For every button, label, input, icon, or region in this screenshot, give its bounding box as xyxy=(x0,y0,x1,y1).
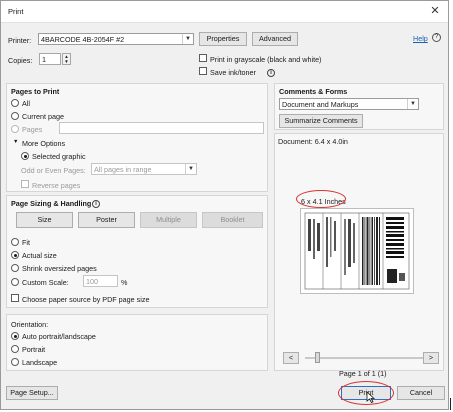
auto-orientation-label: Auto portrait/landscape xyxy=(22,332,96,341)
odd-even-select[interactable]: All pages in range ▼ xyxy=(91,163,197,175)
odd-even-value: All pages in range xyxy=(94,165,152,174)
comments-select[interactable]: Document and Markups ▼ xyxy=(279,98,419,110)
info-icon[interactable]: i xyxy=(267,67,275,77)
copies-field[interactable]: 1 xyxy=(39,53,61,65)
selected-graphic-label: Selected graphic xyxy=(32,152,86,161)
page-info: Page 1 of 1 (1) xyxy=(339,369,387,378)
help-icon[interactable]: ? xyxy=(432,33,441,42)
shrink-oversized-radio[interactable] xyxy=(11,264,19,272)
pages-to-print-title: Pages to Print xyxy=(11,87,60,96)
landscape-label: Landscape xyxy=(22,358,58,367)
auto-orientation-radio[interactable] xyxy=(11,332,19,340)
advanced-button[interactable]: Advanced xyxy=(252,32,298,46)
help-link[interactable]: Help xyxy=(413,34,428,43)
paper-source-checkbox[interactable] xyxy=(11,294,19,302)
copies-label: Copies: xyxy=(8,56,33,65)
landscape-radio[interactable] xyxy=(11,358,19,366)
custom-scale-radio[interactable] xyxy=(11,278,19,286)
booklet-button[interactable]: Booklet xyxy=(202,212,263,228)
annotation-circle xyxy=(296,190,346,208)
page-setup-button[interactable]: Page Setup... xyxy=(6,386,58,400)
fit-radio[interactable] xyxy=(11,238,19,246)
grayscale-checkbox[interactable] xyxy=(199,54,207,62)
orientation-panel: Orientation: Auto portrait/landscape Por… xyxy=(6,314,268,371)
portrait-radio[interactable] xyxy=(11,345,19,353)
chevron-down-icon: ▼ xyxy=(182,34,193,44)
printer-value: 4BARCODE 4B-2054F #2 xyxy=(41,35,125,44)
mouse-cursor-icon xyxy=(366,391,375,403)
selected-graphic-radio[interactable] xyxy=(21,152,29,160)
pages-range-input[interactable] xyxy=(59,122,264,134)
page-slider-thumb[interactable] xyxy=(315,352,320,363)
odd-even-label: Odd or Even Pages: xyxy=(21,166,86,175)
multiple-button[interactable]: Multiple xyxy=(140,212,197,228)
document-size: Document: 6.4 x 4.0in xyxy=(278,137,348,146)
custom-scale-input[interactable]: 100 xyxy=(83,275,118,287)
page-slider-track[interactable] xyxy=(305,357,423,359)
collapse-triangle-icon[interactable]: ▼ xyxy=(13,139,18,145)
pages-radio[interactable] xyxy=(11,125,19,133)
current-page-label: Current page xyxy=(22,112,64,121)
portrait-label: Portrait xyxy=(22,345,46,354)
chevron-down-icon: ▼ xyxy=(185,164,196,174)
all-pages-label: All xyxy=(22,99,30,108)
comments-value: Document and Markups xyxy=(282,100,359,109)
preview-page xyxy=(300,208,414,294)
actual-size-label: Actual size xyxy=(22,251,57,260)
save-ink-label: Save ink/toner xyxy=(210,68,256,77)
save-ink-checkbox[interactable] xyxy=(199,67,207,75)
reverse-pages-label: Reverse pages xyxy=(32,181,81,190)
previous-page-button[interactable]: < xyxy=(283,352,299,364)
page-sizing-panel: Page Sizing & Handling i Size Poster Mul… xyxy=(6,195,268,308)
fit-label: Fit xyxy=(22,238,30,247)
print-dialog: Print ✕ Printer: 4BARCODE 4B-2054F #2 ▼ … xyxy=(0,0,449,410)
preview-panel: Document: 6.4 x 4.0in 6 x 4.1 Inches < >… xyxy=(274,133,444,378)
pages-label: Pages xyxy=(22,125,43,134)
orientation-title: Orientation: xyxy=(11,320,49,329)
poster-button[interactable]: Poster xyxy=(78,212,135,228)
paper-source-label: Choose paper source by PDF page size xyxy=(22,295,150,304)
comments-forms-panel: Comments & Forms Document and Markups ▼ … xyxy=(274,83,444,130)
text-caret xyxy=(450,398,451,410)
copies-value: 1 xyxy=(42,55,46,64)
copies-stepper[interactable]: ▲ ▼ xyxy=(62,53,71,65)
summarize-comments-button[interactable]: Summarize Comments xyxy=(279,114,363,128)
cancel-button[interactable]: Cancel xyxy=(397,386,445,400)
page-sizing-title: Page Sizing & Handling xyxy=(11,199,92,208)
reverse-pages-checkbox[interactable] xyxy=(21,180,29,188)
properties-button[interactable]: Properties xyxy=(199,32,247,46)
printer-label: Printer: xyxy=(8,36,32,45)
comments-forms-title: Comments & Forms xyxy=(279,87,348,96)
next-page-button[interactable]: > xyxy=(423,352,439,364)
chevron-down-icon: ▼ xyxy=(407,99,418,109)
size-button[interactable]: Size xyxy=(16,212,73,228)
more-options-toggle[interactable]: More Options xyxy=(22,139,65,148)
close-icon[interactable]: ✕ xyxy=(428,4,442,17)
all-pages-radio[interactable] xyxy=(11,99,19,107)
pages-to-print-panel: Pages to Print All Current page Pages ▼ … xyxy=(6,83,268,192)
percent-label: % xyxy=(121,278,128,287)
shipping-label-preview xyxy=(304,212,410,290)
dialog-title: Print xyxy=(8,7,24,16)
shrink-oversized-label: Shrink oversized pages xyxy=(22,264,97,273)
custom-scale-label: Custom Scale: xyxy=(22,278,69,287)
actual-size-radio[interactable] xyxy=(11,251,19,259)
grayscale-label: Print in grayscale (black and white) xyxy=(210,55,322,64)
title-bar: Print ✕ xyxy=(1,1,448,23)
current-page-radio[interactable] xyxy=(11,112,19,120)
custom-scale-value: 100 xyxy=(86,277,98,286)
printer-select[interactable]: 4BARCODE 4B-2054F #2 ▼ xyxy=(38,33,194,45)
sizing-info-icon[interactable]: i xyxy=(92,198,100,208)
